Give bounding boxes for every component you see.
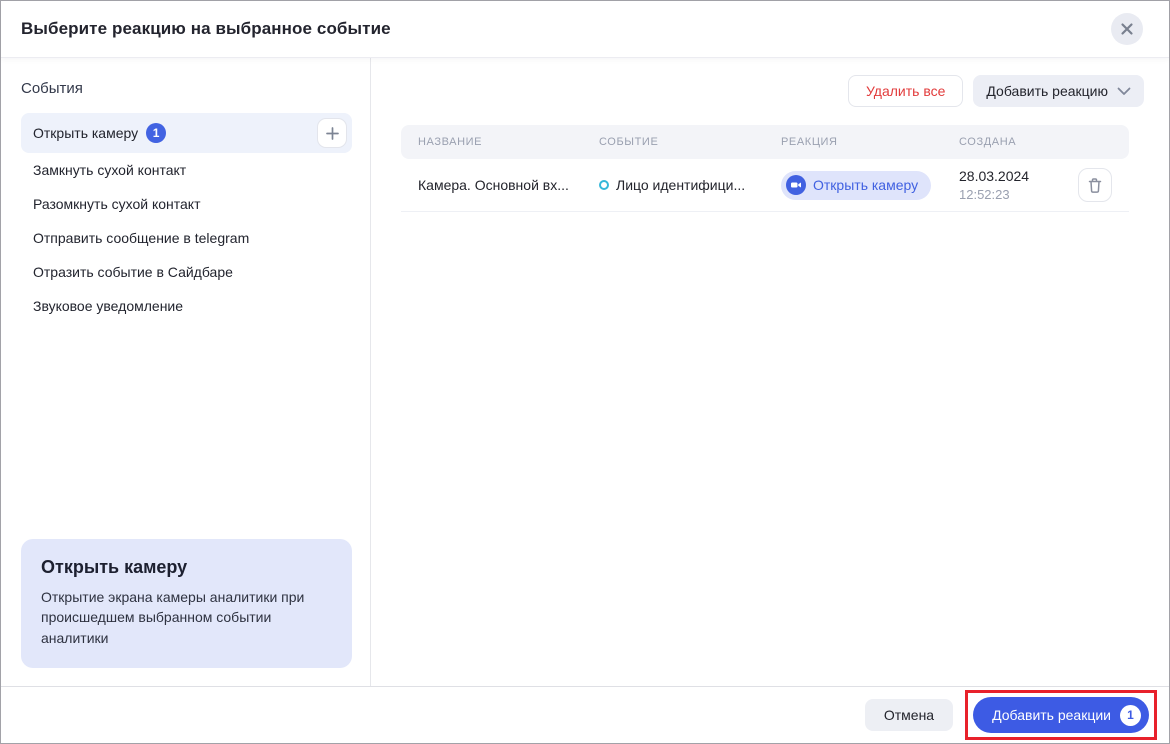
cancel-button[interactable]: Отмена [865, 699, 953, 731]
sidebar-item-label: Отразить событие в Сайдбаре [33, 264, 233, 280]
reaction-select-modal: Выберите реакцию на выбранное событие Со… [0, 0, 1170, 744]
sidebar-item-sound-notification[interactable]: Звуковое уведомление [21, 289, 352, 323]
actions-row: Удалить все Добавить реакцию [401, 75, 1144, 107]
column-header-created: СОЗДАНА [959, 136, 1072, 148]
submit-button-label: Добавить реакции [992, 707, 1111, 723]
add-reaction-dropdown-button[interactable]: Добавить реакцию [973, 75, 1144, 107]
created-time: 12:52:23 [959, 186, 1072, 204]
sidebar-item-send-telegram[interactable]: Отправить сообщение в telegram [21, 221, 352, 255]
info-card-title: Открыть камеру [41, 557, 332, 578]
camera-icon [786, 175, 806, 195]
reactions-table: НАЗВАНИЕ СОБЫТИЕ РЕАКЦИЯ СОЗДАНА Камера.… [401, 125, 1129, 212]
selected-count-badge: 1 [146, 123, 166, 143]
column-header-name: НАЗВАНИЕ [418, 136, 599, 148]
reaction-chip-open-camera[interactable]: Открыть камеру [781, 171, 931, 200]
modal-title: Выберите реакцию на выбранное событие [21, 19, 391, 39]
delete-all-button[interactable]: Удалить все [848, 75, 963, 107]
annotation-highlight-rect: Добавить реакции 1 [965, 690, 1157, 740]
chevron-down-icon [1117, 87, 1131, 96]
column-header-reaction: РЕАКЦИЯ [781, 136, 959, 148]
add-reaction-dropdown-label: Добавить реакцию [986, 83, 1108, 99]
created-date: 28.03.2024 [959, 167, 1072, 186]
reaction-info-card: Открыть камеру Открытие экрана камеры ан… [21, 539, 352, 668]
close-button[interactable] [1111, 13, 1143, 45]
delete-row-button[interactable] [1078, 168, 1112, 202]
row-created-cell: 28.03.2024 12:52:23 [959, 167, 1072, 203]
trash-icon [1087, 177, 1103, 194]
sidebar-item-label: Разомкнуть сухой контакт [33, 196, 201, 212]
plus-icon [325, 126, 340, 141]
sidebar-item-open-dry-contact[interactable]: Разомкнуть сухой контакт [21, 187, 352, 221]
info-card-description: Открытие экрана камеры аналитики при про… [41, 587, 321, 648]
sidebar-spacer [21, 323, 352, 539]
modal-body: События Открыть камеру 1 Замкнуть сухой … [1, 58, 1169, 686]
sidebar-item-label: Отправить сообщение в telegram [33, 230, 249, 246]
row-name-cell: Камера. Основной вх... [418, 177, 599, 193]
sidebar-item-label: Замкнуть сухой контакт [33, 162, 186, 178]
add-reactions-submit-button[interactable]: Добавить реакции 1 [973, 697, 1149, 733]
sidebar-heading: События [21, 80, 352, 97]
table-header-row: НАЗВАНИЕ СОБЫТИЕ РЕАКЦИЯ СОЗДАНА [401, 125, 1129, 159]
sidebar-item-close-dry-contact[interactable]: Замкнуть сухой контакт [21, 153, 352, 187]
row-reaction-cell: Открыть камеру [781, 171, 959, 200]
row-event-cell: Лицо идентифици... [599, 177, 781, 193]
modal-header: Выберите реакцию на выбранное событие [1, 1, 1169, 58]
sidebar-item-label: Звуковое уведомление [33, 298, 183, 314]
add-event-plus-button[interactable] [317, 118, 347, 148]
row-event-label: Лицо идентифици... [616, 177, 745, 193]
reactions-main-panel: Удалить все Добавить реакцию НАЗВАНИЕ СО… [371, 58, 1169, 686]
event-type-ring-icon [599, 180, 609, 190]
column-header-event: СОБЫТИЕ [599, 136, 781, 148]
reaction-chip-label: Открыть камеру [813, 177, 918, 193]
sidebar-item-label: Открыть камеру [33, 125, 138, 141]
submit-count-badge: 1 [1120, 705, 1141, 726]
table-row: Камера. Основной вх... Лицо идентифици..… [401, 159, 1129, 212]
modal-footer: Отмена Добавить реакции 1 [1, 686, 1169, 743]
close-icon [1120, 22, 1134, 36]
events-sidebar: События Открыть камеру 1 Замкнуть сухой … [1, 58, 371, 686]
sidebar-item-open-camera[interactable]: Открыть камеру 1 [21, 113, 352, 153]
sidebar-item-show-in-sidebar[interactable]: Отразить событие в Сайдбаре [21, 255, 352, 289]
